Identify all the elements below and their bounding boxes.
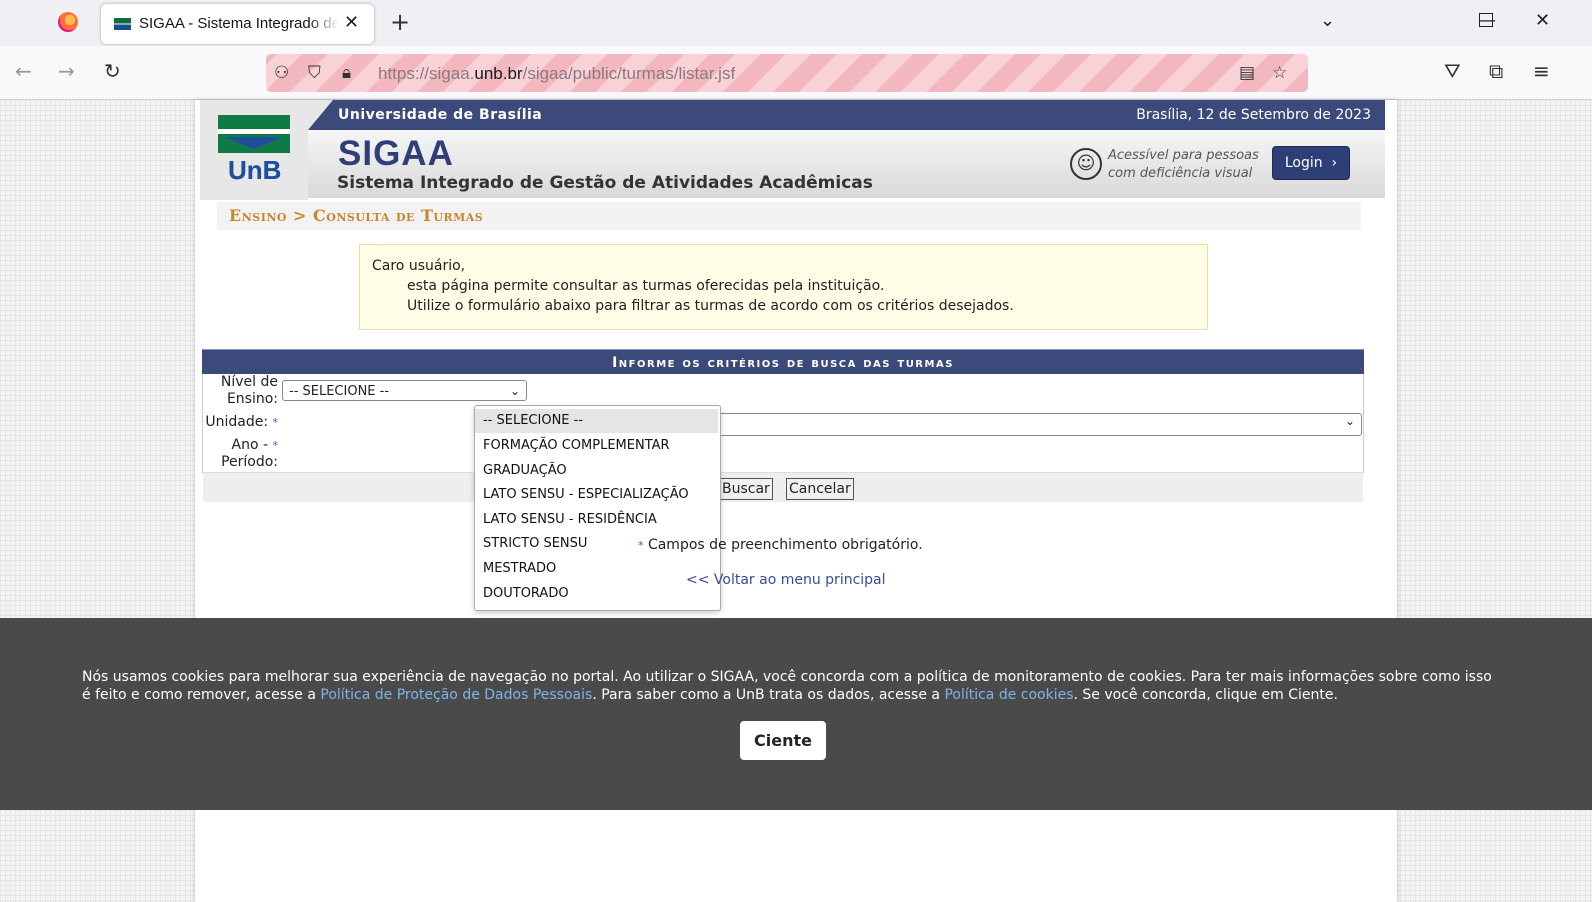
required-note: * Campos de preenchimento obrigatório. xyxy=(638,537,923,553)
required-star-icon: * xyxy=(272,416,279,429)
dropdown-option[interactable]: LATO SENSU - ESPECIALIZAÇÃO xyxy=(475,483,718,507)
breadcrumb: Ensino > Consulta de Turmas xyxy=(217,202,1361,230)
current-date: Brasília, 12 de Setembro de 2023 xyxy=(1136,107,1371,123)
info-box: Caro usuário, esta página permite consul… xyxy=(359,244,1208,330)
chevron-right-icon: › xyxy=(1331,155,1338,171)
unb-logo-text: UnB xyxy=(228,155,282,185)
list-tabs-icon[interactable]: ⌄ xyxy=(1320,10,1335,31)
maximize-icon[interactable] xyxy=(1479,13,1493,27)
nivel-label: Nível de Ensino: xyxy=(220,374,278,407)
dropdown-option[interactable]: -- SELECIONE -- xyxy=(475,409,718,433)
nivel-ensino-dropdown[interactable]: -- SELECIONE -- FORMAÇÃO COMPLEMENTAR GR… xyxy=(474,405,721,611)
required-star-icon: * xyxy=(272,439,279,452)
info-greeting: Caro usuário, xyxy=(372,258,466,274)
chevron-down-icon: ⌄ xyxy=(1344,414,1355,428)
chevron-down-icon: ⌄ xyxy=(509,384,520,398)
buscar-button[interactable]: Buscar xyxy=(719,478,773,500)
dropdown-option[interactable]: MESTRADO xyxy=(475,557,718,581)
reader-icon[interactable]: ▤ xyxy=(1239,63,1255,83)
system-name: SIGAA xyxy=(338,134,454,173)
firefox-icon[interactable] xyxy=(58,12,78,32)
system-full-name: Sistema Integrado de Gestão de Atividade… xyxy=(337,173,873,193)
reload-icon[interactable]: ↻ xyxy=(104,61,121,81)
pocket-icon[interactable]: ⛛ xyxy=(1444,61,1461,81)
ano-periodo-label: Ano - * Período: xyxy=(221,437,279,470)
header-band: SIGAA Sistema Integrado de Gestão de Ati… xyxy=(308,130,1385,198)
required-star-icon: * xyxy=(638,539,644,552)
header-top-bar: Universidade de Brasília Brasília, 12 de… xyxy=(200,100,1385,130)
url-text[interactable]: https://sigaa.unb.br/sigaa/public/turmas… xyxy=(378,64,735,84)
browser-tab[interactable]: SIGAA - Sistema Integrado de Gestão de A… xyxy=(101,4,374,44)
back-to-menu-link[interactable]: << Voltar ao menu principal xyxy=(686,572,886,588)
ciente-button[interactable]: Ciente xyxy=(740,721,826,760)
shield-icon[interactable]: ⛉ xyxy=(308,63,321,83)
menu-icon[interactable]: ≡ xyxy=(1533,61,1550,81)
star-icon[interactable]: ☆ xyxy=(1272,63,1287,83)
url-bar[interactable]: ⚇ ⛉ 🔒︎ https://sigaa.unb.br/sigaa/public… xyxy=(266,54,1308,92)
dropdown-option[interactable]: LATO SENSU - RESIDÊNCIA xyxy=(475,508,718,532)
dropdown-option[interactable]: FORMAÇÃO COMPLEMENTAR xyxy=(475,434,718,458)
unb-emblem-icon xyxy=(218,115,290,153)
info-line: esta página permite consultar as turmas … xyxy=(407,278,885,294)
accessibility-link[interactable]: Acessível para pessoas com deficiência v… xyxy=(1108,147,1259,183)
tab-title: SIGAA - Sistema Integrado de Gestão de A… xyxy=(139,15,339,32)
dropdown-option[interactable]: GRADUAÇÃO xyxy=(475,459,718,483)
close-icon[interactable]: ✕ xyxy=(1535,10,1550,31)
login-button[interactable]: Login › xyxy=(1272,146,1350,180)
university-name: Universidade de Brasília xyxy=(338,107,543,123)
navigation-bar: ← → ↻ ⚇ ⛉ 🔒︎ https://sigaa.unb.br/sigaa/… xyxy=(0,46,1592,100)
back-icon[interactable]: ← xyxy=(15,61,32,81)
unidade-label: Unidade: * xyxy=(205,414,279,430)
accessibility-icon[interactable]: ☺ xyxy=(1070,148,1102,180)
form-actions: Buscar Cancelar xyxy=(203,472,1363,502)
dropdown-option[interactable]: DOUTORADO xyxy=(475,582,718,606)
cookie-message: Nós usamos cookies para melhorar sua exp… xyxy=(82,669,1492,703)
cookie-policy-link[interactable]: Política de cookies xyxy=(944,687,1073,703)
browser-tabstrip: SIGAA - Sistema Integrado de Gestão de A… xyxy=(0,0,1592,46)
cancelar-button[interactable]: Cancelar xyxy=(786,478,854,500)
header-corner xyxy=(200,100,308,153)
nivel-ensino-select[interactable]: -- SELECIONE -- ⌄ xyxy=(282,380,527,401)
remote-control-icon: ⚇ xyxy=(274,63,290,83)
form-title: Informe os critérios de busca das turmas xyxy=(202,349,1364,375)
tab-close-icon[interactable]: ✕ xyxy=(344,12,359,33)
extensions-icon[interactable]: ⧉ xyxy=(1489,61,1503,81)
new-tab-button[interactable]: + xyxy=(390,8,410,36)
cookie-banner: Nós usamos cookies para melhorar sua exp… xyxy=(0,618,1592,810)
info-line: Utilize o formulário abaixo para filtrar… xyxy=(407,298,1014,314)
unb-favicon-icon xyxy=(114,18,131,30)
privacy-policy-link[interactable]: Política de Proteção de Dados Pessoais xyxy=(320,687,592,703)
search-form: Nível de Ensino: -- SELECIONE -- ⌄ Unidad… xyxy=(202,374,1364,502)
lock-icon[interactable]: 🔒︎ xyxy=(342,63,351,83)
forward-icon[interactable]: → xyxy=(58,61,75,81)
header-corner-notch xyxy=(308,100,333,130)
